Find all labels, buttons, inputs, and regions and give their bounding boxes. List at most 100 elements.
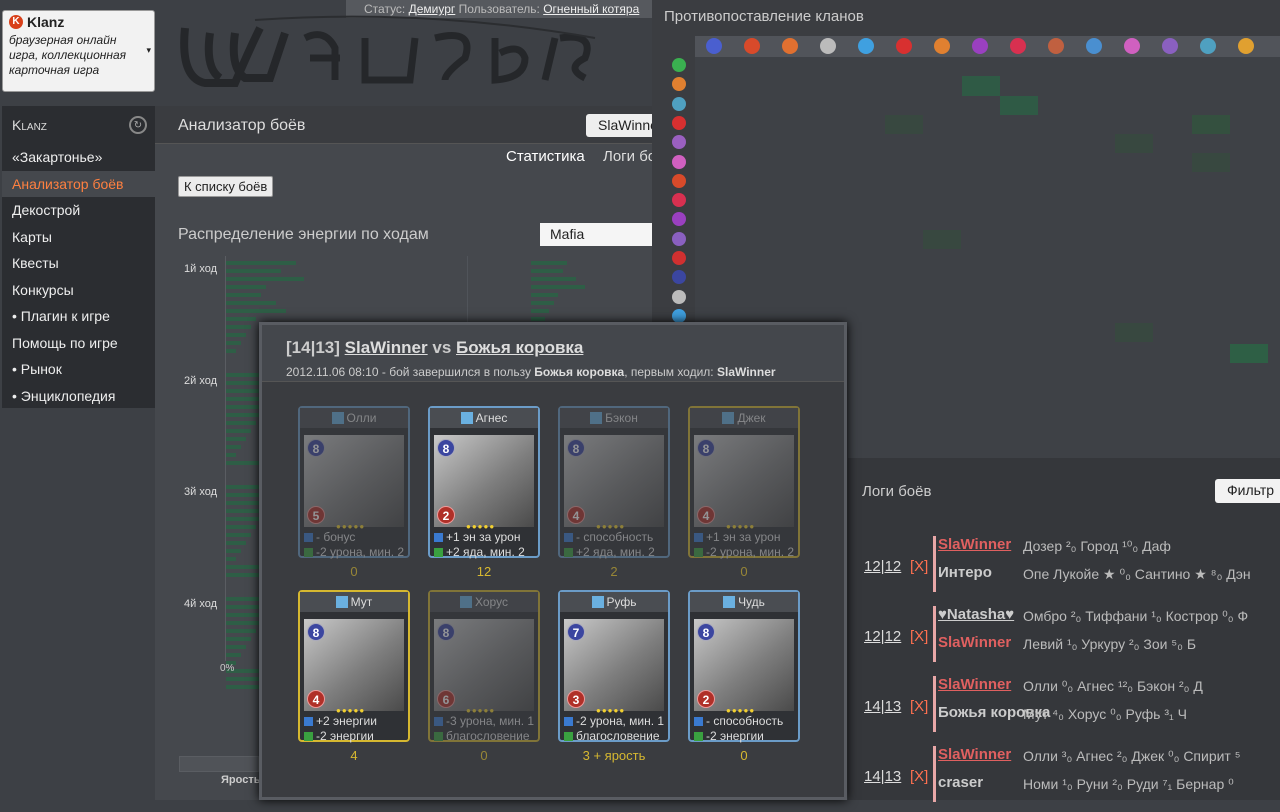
clan-icon[interactable] (1200, 38, 1216, 54)
sidebar-item-market[interactable]: • Рынок (2, 356, 155, 383)
clan-icon[interactable] (706, 38, 722, 54)
sidebar-item-quests[interactable]: Квесты (2, 250, 155, 277)
log-score-link[interactable]: 14|13 (864, 768, 901, 785)
clan-icon[interactable] (672, 115, 686, 130)
log-player1[interactable]: SlaWinner (938, 746, 1011, 763)
filter-button[interactable]: Фильтр (1215, 479, 1280, 503)
clan-icon[interactable] (782, 38, 798, 54)
clan-icon[interactable] (672, 251, 686, 265)
sidebar-item-encyclopedia[interactable]: • Энциклопедия (2, 383, 155, 410)
sidebar-item-cards[interactable]: Карты (2, 224, 155, 251)
clan-icon[interactable] (672, 193, 686, 208)
card-3[interactable]: Бэкон 8 4 ●●●●● - способность +2 яда, мин. 2 (558, 406, 670, 559)
clan-icon[interactable] (1086, 38, 1102, 54)
klanz-widget[interactable]: K Klanz браузерная онлайн игра, коллекцио… (2, 10, 155, 92)
clan-icon[interactable] (1010, 38, 1026, 54)
sidebar-item-help[interactable]: Помощь по игре (2, 330, 155, 357)
clan-select[interactable]: Mafia (540, 223, 655, 246)
log-player2[interactable]: craser (938, 774, 983, 791)
energy-bar (226, 605, 261, 609)
refresh-icon[interactable]: ↻ (129, 116, 147, 134)
ability-icon (304, 548, 313, 557)
card-4[interactable]: Джек 8 4 ●●●●● +1 эн за урон -2 урона, мин. 2 (688, 406, 800, 559)
card-5[interactable]: Мут 8 4 ●●●●● +2 энергии -2 энергии (298, 590, 410, 743)
clan-icon[interactable] (672, 58, 686, 72)
matrix-cell[interactable] (885, 115, 923, 134)
clan-icon[interactable] (744, 38, 760, 54)
clan-icon[interactable] (672, 154, 686, 169)
log-delete-link[interactable]: [X] (910, 768, 928, 785)
log-player1[interactable]: SlaWinner (938, 536, 1011, 553)
ability-icon (694, 717, 703, 726)
card-6[interactable]: Хорус 8 6 ●●●●● -3 урона, мин. 1 благословени… (428, 590, 540, 743)
matrix-cell[interactable] (1192, 115, 1230, 134)
clan-icon[interactable] (672, 135, 686, 150)
matrix-cell[interactable] (962, 76, 1000, 96)
log-player1[interactable]: SlaWinner (938, 676, 1011, 693)
matrix-cell[interactable] (1000, 96, 1038, 115)
log-delete-link[interactable]: [X] (910, 628, 928, 645)
clan-icon[interactable] (672, 173, 686, 188)
clan-icon[interactable] (672, 212, 686, 227)
sidebar-item-zakartonye[interactable]: «Закартонье» (2, 144, 155, 171)
matrix-cell[interactable] (1115, 134, 1153, 153)
tab-statistics[interactable]: Статистика (506, 148, 585, 165)
log-score-link[interactable]: 12|12 (864, 628, 901, 645)
matrix-cell[interactable] (923, 230, 961, 249)
card-7[interactable]: Руфь 7 3 ●●●●● -2 урона, мин. 1 благословение (558, 590, 670, 743)
clan-icon[interactable] (972, 38, 988, 54)
energy-bar (531, 285, 585, 289)
card-8[interactable]: Чудь 8 2 ●●●●● - способность -2 энергии (688, 590, 800, 743)
clan-icon[interactable] (672, 270, 686, 285)
back-to-list-button[interactable]: К списку боёв (178, 176, 274, 197)
sidebar-item-deckbuilder[interactable]: Декострой (2, 197, 155, 224)
clan-icon[interactable] (896, 38, 912, 54)
clan-icon[interactable] (672, 77, 686, 92)
log-delete-link[interactable]: [X] (910, 698, 928, 715)
clan-icon[interactable] (672, 96, 686, 111)
card-name-text: Руфь (606, 595, 637, 609)
player2-link[interactable]: Божья коровка (456, 338, 583, 357)
player-button[interactable]: SlaWinner (586, 114, 656, 137)
log-score-link[interactable]: 12|12 (864, 558, 901, 575)
player1-link[interactable]: SlaWinner (345, 338, 428, 357)
matrix-cell[interactable] (1230, 344, 1268, 363)
log-row[interactable]: 14|13 [X] SlaWinner craser Олли ³₀ Агнес ²₀ … (848, 746, 1280, 812)
log-score-link[interactable]: 14|13 (864, 698, 901, 715)
log-row[interactable]: 12|12 [X] SlaWinner Интеро Дозер ²₀ Город ¹⁰… (848, 536, 1280, 602)
log-row[interactable]: 14|13 [X] SlaWinner Божья коровка Олли ⁰₀ Аг… (848, 676, 1280, 742)
clan-icon[interactable] (672, 289, 686, 304)
card-1[interactable]: Олли 8 5 ●●●●● - бонус -2 урона, мин. 2 (298, 406, 410, 559)
clan-icon[interactable] (934, 38, 950, 54)
clan-icon[interactable] (820, 38, 836, 54)
clan-icon[interactable] (672, 308, 686, 323)
clan-icon[interactable] (1048, 38, 1064, 54)
log-row[interactable]: 12|12 [X] ♥Natasha♥ SlaWinner Омбро ²₀ Тиффа… (848, 606, 1280, 672)
sidebar-item-plugin[interactable]: • Плагин к игре (2, 303, 155, 330)
matrix-header (695, 36, 1280, 57)
log-player2[interactable]: SlaWinner (938, 634, 1011, 651)
clan-icon[interactable] (1162, 38, 1178, 54)
clan-icon[interactable] (858, 38, 874, 54)
sidebar-item-battle-analyzer[interactable]: Анализатор боёв (2, 170, 155, 197)
log-player2[interactable]: Интеро (938, 564, 992, 581)
energy-bar (226, 309, 286, 313)
matrix-cell[interactable] (1115, 323, 1153, 342)
card-value: 0 (480, 748, 488, 763)
card-2[interactable]: Агнес 8 2 ●●●●● +1 эн за урон +2 яда, мин. 2 (428, 406, 540, 559)
matrix-cell[interactable] (1192, 153, 1230, 172)
horizontal-scrollbar[interactable] (179, 756, 259, 772)
ability-icon (434, 533, 443, 542)
clan-icon[interactable] (1124, 38, 1140, 54)
clan-icon[interactable] (672, 231, 686, 246)
chevron-down-icon[interactable]: ▾ (146, 45, 151, 56)
log-cards-player2: Номи ¹₀ Руни ²₀ Руди ⁷₁ Бернар ⁰ (1023, 776, 1234, 792)
clan-icon[interactable] (1238, 38, 1254, 54)
ability-1: - способность (694, 714, 798, 728)
health-badge: 4 (697, 506, 715, 524)
sidebar-item-contests[interactable]: Конкурсы (2, 277, 155, 304)
main-header: Анализатор боёв SlaWinner (155, 106, 656, 144)
health-badge: 5 (307, 506, 325, 524)
log-player1[interactable]: ♥Natasha♥ (938, 606, 1014, 623)
log-delete-link[interactable]: [X] (910, 558, 928, 575)
